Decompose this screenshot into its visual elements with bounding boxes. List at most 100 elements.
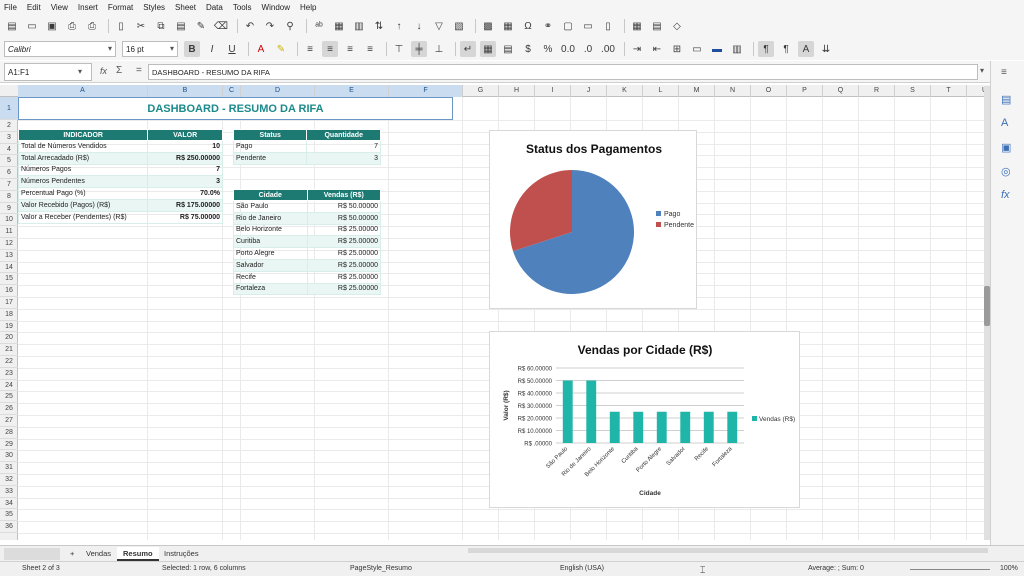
properties-icon[interactable]: ▤ xyxy=(1001,93,1011,106)
bar[interactable] xyxy=(727,411,738,443)
row-header-14[interactable]: 14 xyxy=(0,262,18,274)
table-row[interactable]: Belo Horizonte R$ 25.00000 xyxy=(233,223,381,237)
conditional-icon[interactable]: ▥ xyxy=(729,41,745,57)
menu-sheet[interactable]: Sheet xyxy=(175,3,196,12)
column-header-o[interactable]: O xyxy=(751,85,787,97)
label-cell[interactable]: Pago xyxy=(232,140,308,153)
add-sheet-button[interactable]: + xyxy=(64,547,80,561)
table-row[interactable]: Percentual Pago (%) 70.0% xyxy=(18,187,223,200)
menu-format[interactable]: Format xyxy=(108,3,133,12)
row-header-10[interactable]: 10 xyxy=(0,214,18,227)
bar[interactable] xyxy=(586,380,597,444)
table-row[interactable]: Pendente 3 xyxy=(232,151,381,165)
sort-asc-icon[interactable]: ↑ xyxy=(391,18,407,34)
remove-decimal-icon[interactable]: .00 xyxy=(600,41,616,57)
styles-icon[interactable]: A xyxy=(1001,117,1008,129)
row-header-24[interactable]: 24 xyxy=(0,380,18,392)
column-header-d[interactable]: D xyxy=(241,85,315,97)
align-top-icon[interactable]: ⊤ xyxy=(391,41,407,57)
column-header-g[interactable]: G xyxy=(463,85,499,97)
column-header-h[interactable]: H xyxy=(499,85,535,97)
chevron-down-icon[interactable]: ▾ xyxy=(170,44,174,53)
value-cell[interactable]: R$ 25.00000 xyxy=(306,258,381,272)
redo-icon[interactable]: ↷ xyxy=(262,18,278,34)
zoom-slider[interactable] xyxy=(910,569,990,570)
row-header-34[interactable]: 34 xyxy=(0,498,18,510)
merge-cells-icon[interactable]: ▦ xyxy=(480,41,496,57)
label-cell[interactable]: Fortaleza xyxy=(233,282,308,296)
label-cell[interactable]: Pendente xyxy=(232,151,308,165)
tab-instrucoes[interactable]: Instruções xyxy=(158,547,205,561)
page-style[interactable]: PageStyle_Resumo xyxy=(350,565,412,572)
row-header-32[interactable]: 32 xyxy=(0,474,18,486)
split-icon[interactable]: ▤ xyxy=(649,18,665,34)
equals-icon[interactable]: = xyxy=(136,65,142,76)
comment-icon[interactable]: ▢ xyxy=(560,18,576,34)
value-cell[interactable]: R$ 250.00000 xyxy=(147,151,223,165)
menu-tools[interactable]: Tools xyxy=(233,3,252,12)
row-header-15[interactable]: 15 xyxy=(0,273,18,286)
label-cell[interactable]: Porto Alegre xyxy=(233,247,308,260)
menu-icon[interactable]: ≡ xyxy=(1001,67,1007,78)
number-format-icon[interactable]: $ xyxy=(520,41,536,57)
outdent-icon[interactable]: ⇤ xyxy=(649,41,665,57)
table-row[interactable]: Curitiba R$ 25.00000 xyxy=(233,235,381,249)
functions-icon[interactable]: fx xyxy=(1001,189,1010,201)
column-header-n[interactable]: N xyxy=(715,85,751,97)
row-header-23[interactable]: 23 xyxy=(0,368,18,380)
row-header-29[interactable]: 29 xyxy=(0,439,18,451)
export-pdf-icon[interactable]: ⎙ xyxy=(64,18,80,34)
row-header-16[interactable]: 16 xyxy=(0,285,18,297)
label-cell[interactable]: Números Pendentes xyxy=(18,175,149,189)
justify-icon[interactable]: ≡ xyxy=(362,41,378,57)
row-header-4[interactable]: 4 xyxy=(0,144,18,156)
border-style-icon[interactable]: ▭ xyxy=(689,41,705,57)
sum-summary[interactable]: Average: ; Sum: 0 xyxy=(808,565,864,572)
bar[interactable] xyxy=(609,411,620,443)
gallery-icon[interactable]: ▣ xyxy=(1001,141,1011,154)
table-row[interactable]: Recife R$ 25.00000 xyxy=(233,270,381,284)
open-icon[interactable]: ▭ xyxy=(24,18,40,34)
value-cell[interactable]: R$ 25.00000 xyxy=(306,270,381,284)
column-header-p[interactable]: P xyxy=(787,85,823,97)
row-header-2[interactable]: 2 xyxy=(0,120,18,132)
column-header-l[interactable]: L xyxy=(643,85,679,97)
rtl-icon[interactable]: ¶ xyxy=(778,41,794,57)
menu-data[interactable]: Data xyxy=(206,3,223,12)
bar[interactable] xyxy=(656,411,667,443)
row-header-27[interactable]: 27 xyxy=(0,415,18,427)
show-draw-icon[interactable]: ◇ xyxy=(669,18,685,34)
value-cell[interactable]: 3 xyxy=(306,151,381,165)
print-icon[interactable]: ⎙ xyxy=(84,18,100,34)
row-header-20[interactable]: 20 xyxy=(0,332,18,345)
image-icon[interactable]: ▧ xyxy=(451,18,467,34)
align-center-icon[interactable]: ≡ xyxy=(322,41,338,57)
menu-help[interactable]: Help xyxy=(300,3,316,12)
row-header-13[interactable]: 13 xyxy=(0,250,18,262)
table-row[interactable]: Salvador R$ 25.00000 xyxy=(233,258,381,272)
value-cell[interactable]: R$ 25.00000 xyxy=(306,247,381,260)
bar[interactable] xyxy=(633,411,644,443)
dashboard-title[interactable]: DASHBOARD - RESUMO DA RIFA xyxy=(18,97,453,120)
language[interactable]: English (USA) xyxy=(560,565,604,572)
row-header-8[interactable]: 8 xyxy=(0,191,18,203)
text-direction-icon[interactable]: ⇊ xyxy=(818,41,834,57)
print-preview-icon[interactable]: ▯ xyxy=(113,18,129,34)
autofilter-icon[interactable]: ▽ xyxy=(431,18,447,34)
row-header-25[interactable]: 25 xyxy=(0,391,18,404)
menu-insert[interactable]: Insert xyxy=(78,3,98,12)
row-header-21[interactable]: 21 xyxy=(0,344,18,356)
save-icon[interactable]: ▣ xyxy=(44,18,60,34)
clear-icon[interactable]: ⌫ xyxy=(213,18,229,34)
font-size-box[interactable]: 16 pt ▾ xyxy=(122,41,178,57)
indicator-table[interactable]: INDICADOR VALOR Total de Números Vendido… xyxy=(18,129,223,224)
chevron-down-icon[interactable]: ▾ xyxy=(78,67,82,76)
value-cell[interactable]: 3 xyxy=(147,175,223,189)
table-row[interactable]: São Paulo R$ 50.00000 xyxy=(233,200,381,213)
row-header-5[interactable]: 5 xyxy=(0,155,18,168)
label-cell[interactable]: Números Pagos xyxy=(18,163,149,177)
percent-icon[interactable]: % xyxy=(540,41,556,57)
copy-icon[interactable]: ⧉ xyxy=(153,18,169,34)
row-header-7[interactable]: 7 xyxy=(0,179,18,191)
highlight-icon[interactable]: ✎ xyxy=(273,41,289,57)
